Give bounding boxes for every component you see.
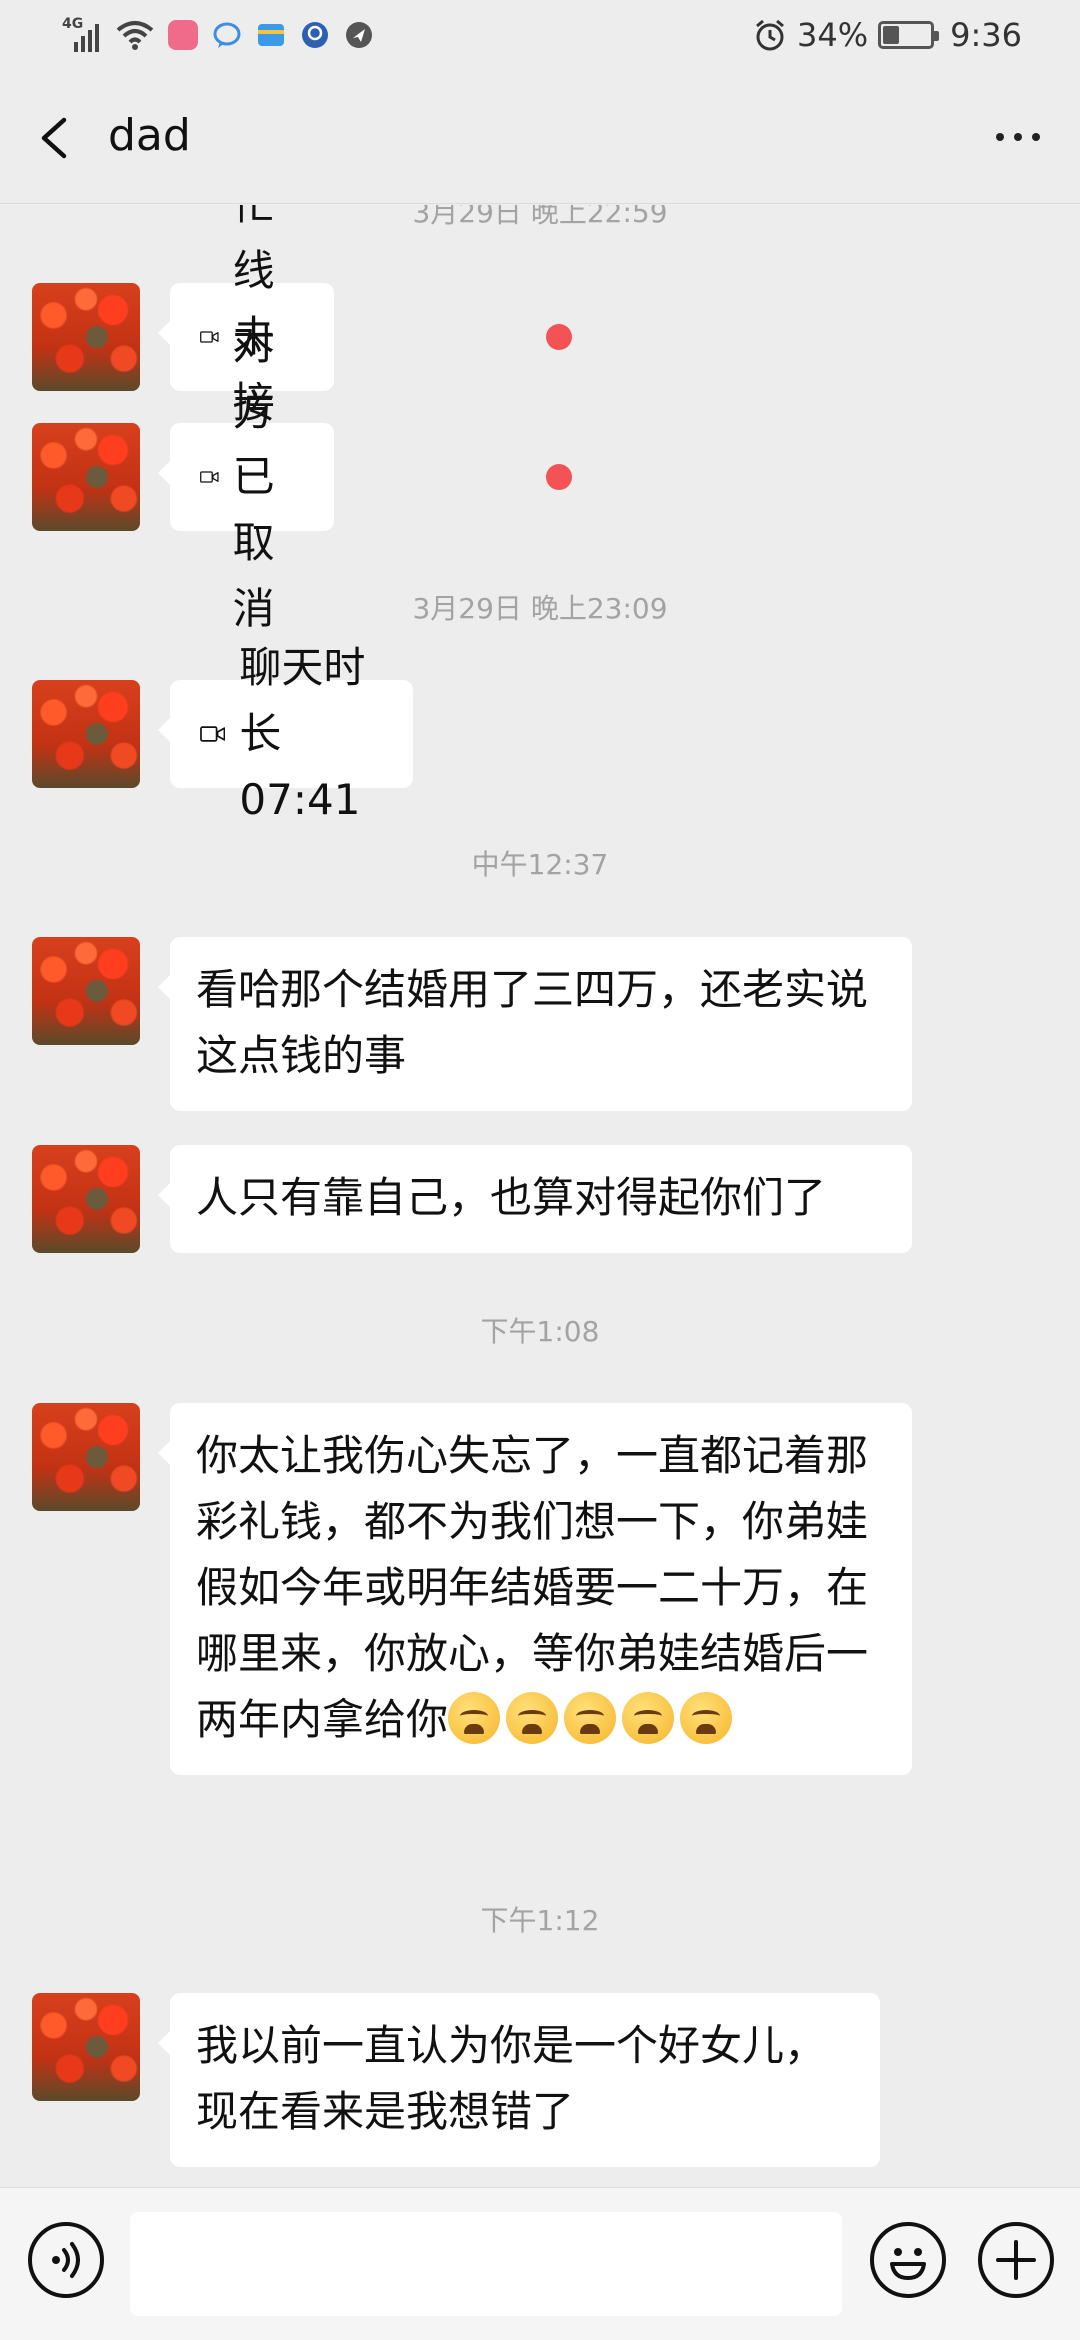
app-notification-icon: [168, 20, 198, 50]
avatar[interactable]: [32, 937, 140, 1045]
tired-face-emoji: [680, 1692, 733, 1744]
chat-header: dad: [0, 72, 1080, 204]
battery-icon: [878, 21, 940, 49]
avatar[interactable]: [32, 1993, 140, 2101]
voice-icon[interactable]: [28, 2222, 104, 2298]
timestamp: 3月29日 晚上22:59: [412, 205, 668, 229]
timestamp: 下午1:08: [480, 1315, 600, 1348]
tired-face-emoji: [448, 1692, 501, 1744]
timestamp: 3月29日 晚上23:09: [412, 592, 668, 625]
alarm-icon: [756, 19, 784, 51]
share-notification-icon: [346, 22, 372, 48]
avatar[interactable]: [32, 423, 140, 531]
tired-face-emoji: [506, 1692, 559, 1744]
timestamp: 中午12:37: [471, 848, 609, 881]
avatar[interactable]: [32, 680, 140, 788]
status-bar: 4G 34% 9:36: [0, 0, 1080, 72]
tired-face-emoji: [564, 1692, 617, 1744]
timestamp: 下午1:12: [480, 1904, 600, 1937]
call-record-bubble[interactable]: 对方已取消: [157, 320, 335, 633]
avatar[interactable]: [32, 283, 140, 391]
app-notification-icon-2: [302, 22, 328, 48]
more-dots-icon[interactable]: [982, 112, 1054, 162]
input-bar: [0, 2187, 1080, 2340]
message-bubble[interactable]: 我以前一直认为你是一个好女儿，现在看来是我想错了: [158, 1993, 880, 2167]
chevron-left-icon[interactable]: [28, 108, 88, 168]
chat-title: dad: [108, 110, 191, 161]
video-camera-icon: [200, 726, 226, 742]
plus-icon[interactable]: [978, 2222, 1054, 2298]
battery-percent: 34%: [797, 16, 869, 54]
avatar[interactable]: [32, 1403, 140, 1511]
unread-dot: [546, 324, 572, 350]
message-input[interactable]: [130, 2212, 842, 2316]
card-notification-icon: [258, 24, 284, 46]
signal-icon: 4G: [62, 16, 102, 52]
unread-dot: [546, 464, 572, 490]
avatar[interactable]: [32, 1145, 140, 1253]
message-bubble[interactable]: 看哈那个结婚用了三四万，还老实说这点钱的事: [158, 937, 912, 1111]
message-notification-icon: [213, 22, 241, 48]
call-record-bubble[interactable]: 聊天时长 07:41: [157, 643, 414, 824]
video-camera-icon: [200, 471, 219, 483]
chat-messages[interactable]: 3月29日 晚上22:59 忙线未接听 对方已取消 3月29日 晚上23:09: [0, 205, 1080, 2187]
emoji-group: [448, 1692, 738, 1744]
call-duration: 聊天时长 07:41: [239, 643, 366, 824]
tired-face-emoji: [622, 1692, 675, 1744]
wifi-icon: [116, 21, 154, 50]
video-camera-icon: [200, 331, 219, 343]
message-bubble[interactable]: 人只有靠自己，也算对得起你们了: [158, 1145, 912, 1253]
emoji-icon[interactable]: [870, 2222, 946, 2298]
clock: 9:36: [950, 16, 1022, 54]
message-bubble[interactable]: 你太让我伤心失忘了，一直都记着那彩礼钱，都不为我们想一下，你弟娃假如今年或明年结…: [158, 1403, 912, 1775]
